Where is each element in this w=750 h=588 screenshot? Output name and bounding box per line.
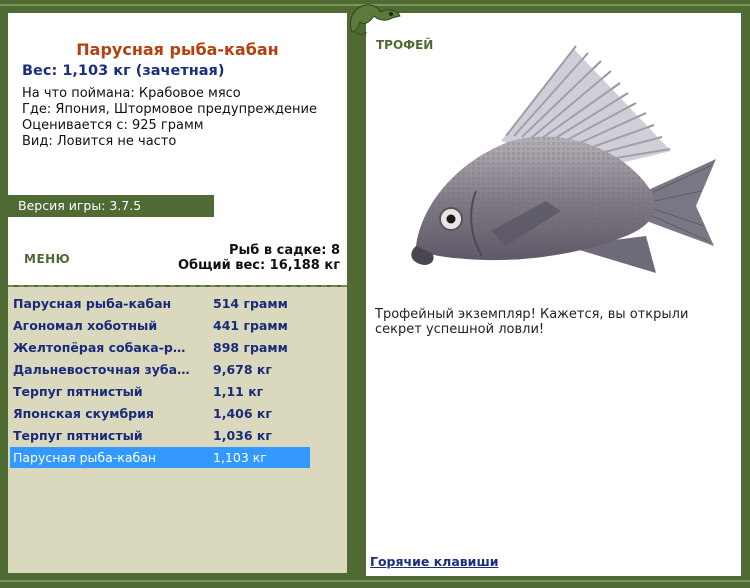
- fish-weight: Вес: 1,103 кг (зачетная): [22, 63, 225, 79]
- catch-weight: 441 грамм: [213, 318, 288, 333]
- fish-bait: На что поймана: Крабовое мясо: [22, 86, 241, 101]
- catch-list-item[interactable]: Японская скумбрия 1,406 кг: [10, 403, 310, 424]
- catch-list-item[interactable]: Желтопёрая собака-ры… 898 грамм: [10, 337, 310, 358]
- catch-weight: 1,103 кг: [213, 450, 267, 465]
- trophy-panel: ТРОФЕЙ Трофейный экземпляр! Кажется, вы …: [366, 13, 741, 576]
- fish-title: Парусная рыба-кабан: [76, 40, 279, 59]
- catch-name: Желтопёрая собака-ры…: [13, 340, 193, 355]
- catch-list: Парусная рыба-кабан 514 грамм Агономал хоб…: [8, 287, 347, 573]
- catch-list-item[interactable]: Терпуг пятнистый 1,11 кг: [10, 381, 310, 402]
- catch-name: Терпуг пятнистый: [13, 428, 143, 443]
- fish-info-panel: Парусная рыба-кабан Вес: 1,103 кг (зачет…: [8, 13, 347, 285]
- catch-name: Парусная рыба-кабан: [13, 450, 157, 465]
- catch-list-item[interactable]: Парусная рыба-кабан 514 грамм: [10, 293, 310, 314]
- game-version: Версия игры: 3.7.5: [8, 195, 214, 217]
- menu-button[interactable]: МЕНЮ: [24, 252, 70, 266]
- fish-rarity: Вид: Ловится не часто: [22, 134, 177, 149]
- frame-stripe: [0, 580, 750, 582]
- keepnet-count: Рыб в садке: 8: [228, 243, 340, 258]
- catch-weight: 1,036 кг: [213, 428, 272, 443]
- catch-weight: 9,678 кг: [213, 362, 272, 377]
- catch-name: Агономал хоботный: [13, 318, 158, 333]
- catch-weight: 1,11 кг: [213, 384, 264, 399]
- catch-list-item[interactable]: Агономал хоботный 441 грамм: [10, 315, 310, 336]
- catch-name: Парусная рыба-кабан: [13, 296, 172, 311]
- catch-weight: 514 грамм: [213, 296, 288, 311]
- hotkeys-link[interactable]: Горячие клавиши: [370, 554, 498, 569]
- catch-name: Дальневосточная зуба…: [13, 362, 190, 377]
- trophy-message: Трофейный экземпляр! Кажется, вы открыли…: [375, 307, 689, 337]
- fish-valued: Оценивается с: 925 грамм: [22, 118, 204, 133]
- catch-weight: 898 грамм: [213, 340, 288, 355]
- keepnet-total: Общий вес: 16,188 кг: [177, 258, 340, 273]
- fish-image: [411, 45, 716, 273]
- catch-list-item[interactable]: Парусная рыба-кабан 1,103 кг: [10, 447, 310, 468]
- catch-list-item[interactable]: Дальневосточная зуба… 9,678 кг: [10, 359, 310, 380]
- chameleon-logo: [349, 4, 401, 36]
- catch-list-item[interactable]: Терпуг пятнистый 1,036 кг: [10, 425, 310, 446]
- catch-weight: 1,406 кг: [213, 406, 272, 421]
- fish-location: Где: Япония, Штормовое предупреждение: [22, 102, 317, 117]
- catch-name: Терпуг пятнистый: [13, 384, 143, 399]
- catch-name: Японская скумбрия: [13, 406, 154, 421]
